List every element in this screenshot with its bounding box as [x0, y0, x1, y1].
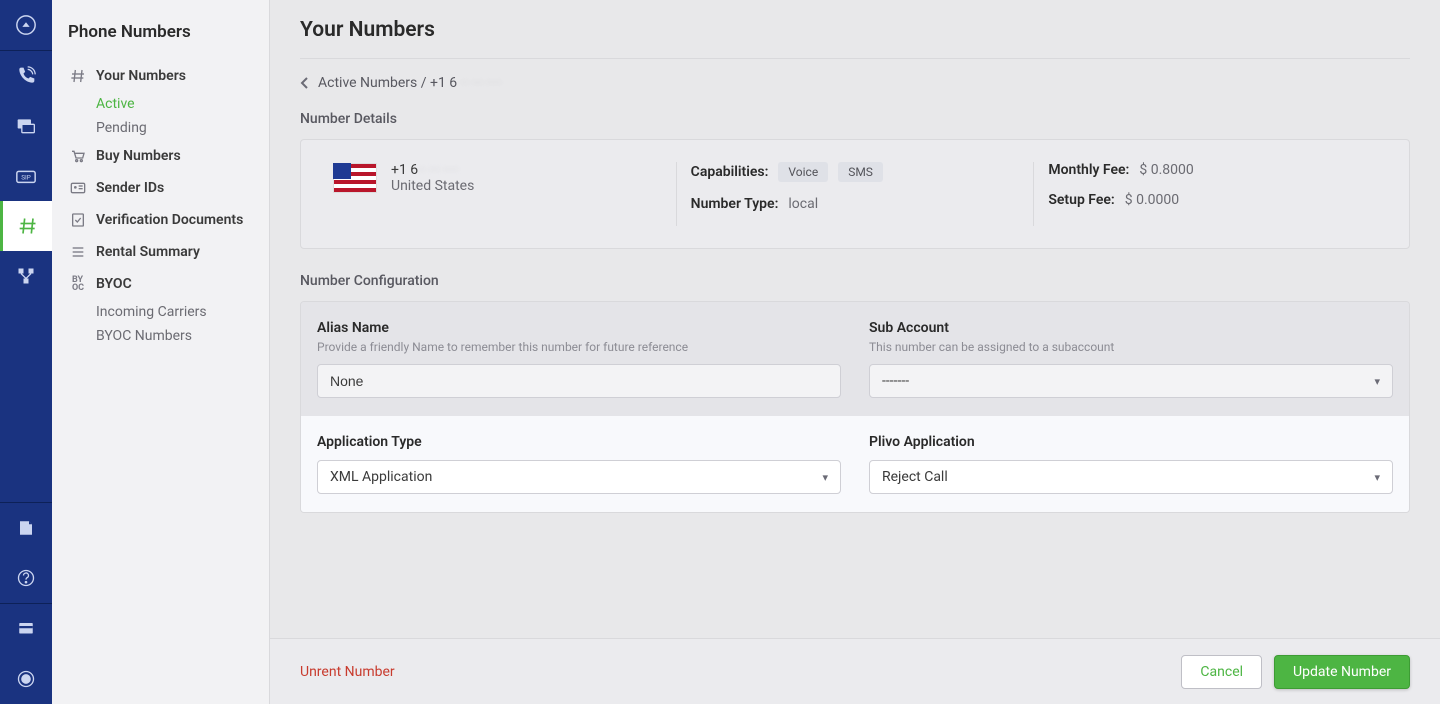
- chevron-left-icon: [300, 76, 310, 90]
- section-number-details: Number Details: [300, 111, 1410, 127]
- plivoapp-select[interactable]: Reject Call ▾: [869, 460, 1393, 494]
- tree-item-label: BYOC: [96, 276, 132, 292]
- tree-rental-summary[interactable]: Rental Summary: [62, 236, 259, 268]
- plivoapp-label: Plivo Application: [869, 434, 1393, 450]
- rail-account-icon[interactable]: [0, 654, 52, 704]
- alias-label: Alias Name: [317, 320, 841, 336]
- phone-country: United States: [391, 178, 474, 194]
- tree-your-numbers[interactable]: Your Numbers: [62, 60, 259, 92]
- tree-item-label: Your Numbers: [96, 68, 186, 84]
- rail-docs-icon[interactable]: [0, 503, 52, 553]
- number-type-label: Number Type:: [691, 196, 779, 212]
- flag-us-icon: [333, 163, 377, 193]
- monthly-fee-value: $ 0.8000: [1139, 162, 1193, 178]
- svg-text:SIP: SIP: [21, 174, 31, 182]
- subaccount-label: Sub Account: [869, 320, 1393, 336]
- apptype-select[interactable]: XML Application ▾: [317, 460, 841, 494]
- capability-voice: Voice: [778, 162, 828, 182]
- side-panel-title: Phone Numbers: [52, 14, 269, 60]
- alias-input[interactable]: [317, 364, 841, 398]
- rail-home-icon[interactable]: [0, 0, 52, 50]
- tree-item-label: Sender IDs: [96, 180, 164, 196]
- breadcrumb-prefix: +1 6: [430, 75, 457, 91]
- chevron-down-icon: ▾: [1374, 375, 1380, 388]
- tree-item-label: Buy Numbers: [96, 148, 181, 164]
- side-panel: Phone Numbers Your Numbers Active Pendin…: [52, 0, 270, 704]
- alias-hint: Provide a friendly Name to remember this…: [317, 340, 841, 354]
- breadcrumb[interactable]: Active Numbers / +1 6 ·· ··· ····: [300, 75, 1410, 91]
- number-type-value: local: [788, 196, 818, 212]
- number-details-card: +1 6·· ··· ···· United States Capabiliti…: [300, 139, 1410, 249]
- main: Your Numbers Active Numbers / +1 6 ·· ··…: [270, 0, 1440, 704]
- chevron-down-icon: ▾: [822, 471, 828, 484]
- list-icon: [68, 244, 88, 260]
- rail-network-icon[interactable]: [0, 251, 52, 301]
- rail-phone-numbers-icon[interactable]: [0, 201, 52, 251]
- breadcrumb-parent: Active Numbers: [318, 75, 417, 91]
- doc-check-icon: [68, 212, 88, 228]
- tree-verification-docs[interactable]: Verification Documents: [62, 204, 259, 236]
- id-icon: [68, 180, 88, 196]
- update-number-button[interactable]: Update Number: [1274, 655, 1410, 689]
- breadcrumb-masked: ·· ··· ····: [461, 75, 501, 91]
- tree-item-label: Rental Summary: [96, 244, 200, 260]
- number-config-card: Alias Name Provide a friendly Name to re…: [300, 301, 1410, 513]
- section-number-config: Number Configuration: [300, 273, 1410, 289]
- phone-number: +1 6·· ··· ····: [391, 162, 474, 178]
- capabilities-label: Capabilities:: [691, 164, 769, 180]
- nav-rail: SIP: [0, 0, 52, 704]
- hash-icon: [68, 68, 88, 84]
- tree-byoc[interactable]: BYOC BYOC: [62, 268, 259, 300]
- tree-sub-byoc-numbers[interactable]: BYOC Numbers: [62, 324, 259, 348]
- tree-sub-pending[interactable]: Pending: [62, 116, 259, 140]
- subaccount-hint: This number can be assigned to a subacco…: [869, 340, 1393, 354]
- cancel-button[interactable]: Cancel: [1181, 655, 1262, 689]
- unrent-number-link[interactable]: Unrent Number: [300, 664, 395, 680]
- page-title: Your Numbers: [300, 18, 1410, 42]
- tree-buy-numbers[interactable]: Buy Numbers: [62, 140, 259, 172]
- rail-billing-icon[interactable]: [0, 604, 52, 654]
- setup-fee-label: Setup Fee:: [1048, 192, 1114, 208]
- footer: Unrent Number Cancel Update Number: [270, 638, 1440, 704]
- chevron-down-icon: ▾: [1374, 471, 1380, 484]
- capability-sms: SMS: [838, 162, 883, 182]
- rail-help-icon[interactable]: [0, 553, 52, 603]
- cart-icon: [68, 148, 88, 164]
- rail-messaging-icon[interactable]: [0, 101, 52, 151]
- monthly-fee-label: Monthly Fee:: [1048, 162, 1129, 178]
- tree-sub-active[interactable]: Active: [62, 92, 259, 116]
- byoc-icon: BYOC: [68, 276, 88, 292]
- apptype-label: Application Type: [317, 434, 841, 450]
- setup-fee-value: $ 0.0000: [1125, 192, 1179, 208]
- rail-sip-icon[interactable]: SIP: [0, 151, 52, 201]
- subaccount-select[interactable]: ------- ▾: [869, 364, 1393, 398]
- tree-sub-incoming-carriers[interactable]: Incoming Carriers: [62, 300, 259, 324]
- tree-item-label: Verification Documents: [96, 212, 243, 228]
- rail-voice-icon[interactable]: [0, 51, 52, 101]
- tree-sender-ids[interactable]: Sender IDs: [62, 172, 259, 204]
